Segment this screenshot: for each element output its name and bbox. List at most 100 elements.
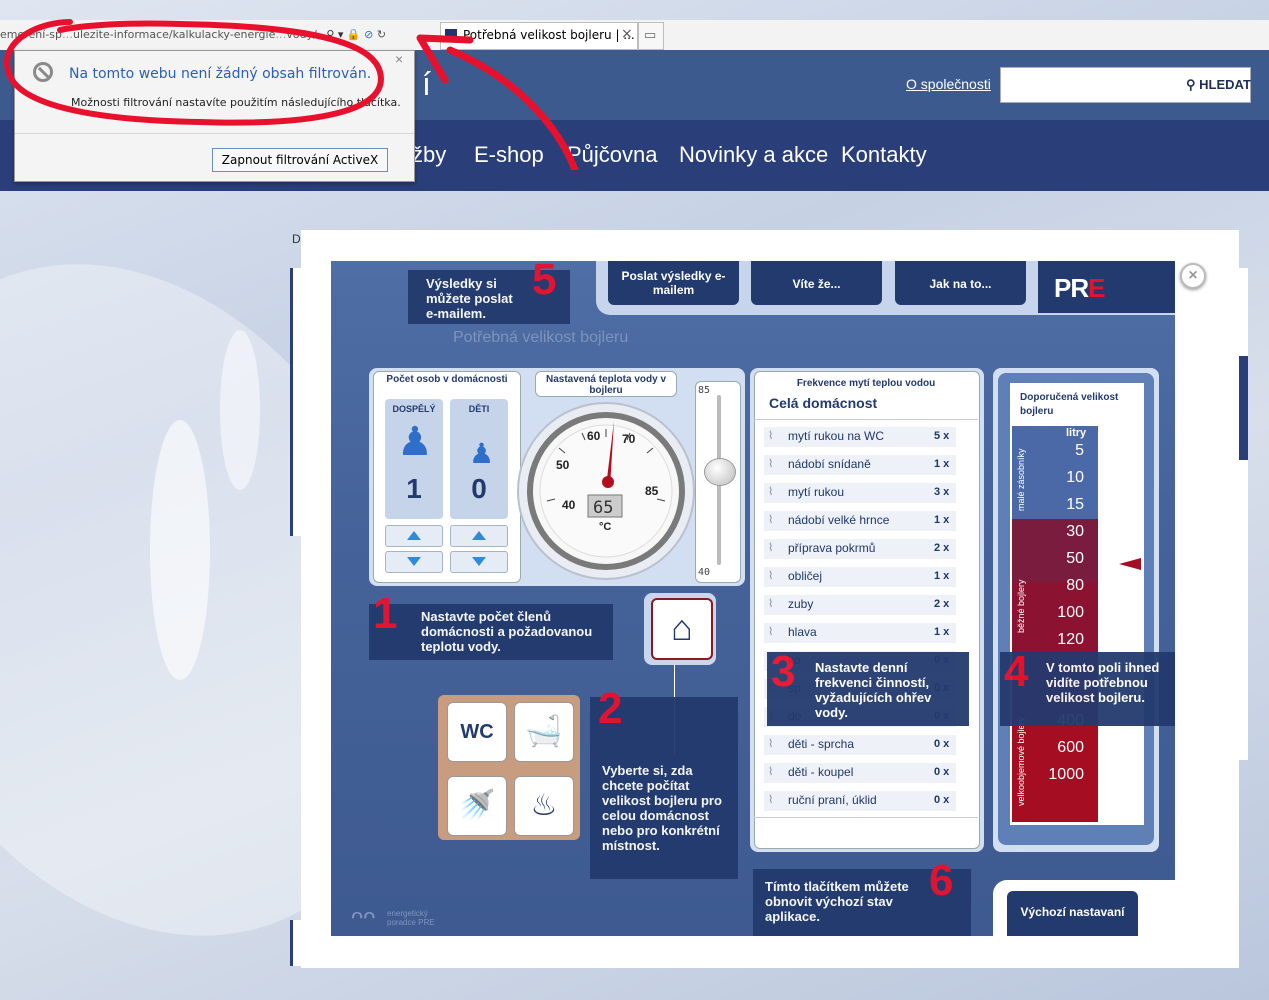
activity-count[interactable]: 0 x — [934, 794, 949, 806]
send-email-button[interactable]: Poslat výsledky e-mailem — [608, 261, 739, 305]
activity-label: mytí rukou — [788, 485, 845, 499]
children-count: 0 — [471, 473, 487, 504]
activity-label: hlava — [788, 625, 817, 639]
callout-text: V tomto poli ihned vidíte potřebnou veli… — [1046, 660, 1160, 705]
step-number: 4 — [1004, 647, 1029, 696]
new-tab-icon: ▭ — [644, 27, 657, 42]
tap-icon: ⌇ — [768, 458, 774, 470]
scale-value: 80 — [1066, 577, 1084, 594]
breadcrumb: D — [292, 232, 301, 246]
activity-count[interactable]: 1 x — [934, 514, 949, 526]
lightbox-close-icon[interactable]: × — [1180, 263, 1206, 289]
house-icon: ⌂ — [671, 607, 693, 648]
activity-label: zuby — [788, 597, 814, 611]
frequency-subtitle: Celá domácnost — [769, 395, 878, 411]
adults-increase-button[interactable] — [385, 525, 443, 547]
reset-button[interactable]: Výchozí nastavaní — [1007, 891, 1138, 936]
tap-icon: ⌇ — [768, 514, 774, 526]
result-pointer — [1119, 558, 1141, 570]
did-you-know-button[interactable]: Víte že... — [751, 261, 882, 305]
background-decoration — [150, 420, 210, 680]
room-kitchen-button[interactable]: ♨ — [514, 776, 574, 836]
search-button-label: HLEDAT — [1199, 77, 1251, 92]
gauge-label: 85 — [645, 484, 659, 498]
activity-count[interactable]: 5 x — [934, 430, 949, 442]
new-tab-button[interactable]: ▭ — [638, 22, 664, 50]
callout-step-2: 2 Vyberte si, zda chcete počítat velikos… — [590, 684, 738, 879]
activity-list: ⌇ mytí rukou na WC 5 x ⌇ nádobí snídaně 1 x ⌇ m… — [754, 427, 978, 817]
tap-icon: ⌇ — [768, 766, 774, 778]
callout-text: Vyberte si, zda chcete počítat velikost … — [602, 763, 722, 853]
callout-step-3: 3 Nastavte denní frekvenci činností, vyž… — [767, 650, 969, 726]
activity-row[interactable]: ⌇ nádobí snídaně 1 x — [764, 455, 956, 475]
arrow-up-icon — [407, 531, 421, 540]
activity-label: nádobí velké hrnce — [788, 513, 890, 527]
slider-max-label: 85 — [698, 385, 711, 396]
gauge-value: 65 — [593, 498, 613, 518]
children-increase-button[interactable] — [450, 525, 508, 547]
scale-value: 30 — [1066, 523, 1084, 540]
slider-min-label: 40 — [698, 567, 711, 578]
step-number: 2 — [598, 684, 623, 733]
slider-handle[interactable] — [704, 458, 736, 486]
scale-value: 100 — [1057, 604, 1084, 621]
nav-item-contacts[interactable]: Kontakty — [841, 142, 927, 168]
activity-count[interactable]: 2 x — [934, 598, 949, 610]
activity-count[interactable]: 2 x — [934, 542, 949, 554]
room-bathtub-button[interactable]: 🛁 — [514, 702, 574, 762]
about-link[interactable]: O společnosti — [906, 76, 991, 92]
step-number: 5 — [532, 261, 557, 304]
activity-count[interactable]: 0 x — [934, 738, 949, 750]
callout-text: Výsledky si můžete poslat e-mailem. — [426, 276, 513, 321]
nav-item-news[interactable]: Novinky a akce — [679, 142, 828, 168]
activity-count[interactable]: 0 x — [934, 766, 949, 778]
tap-icon: ⌇ — [768, 794, 774, 806]
callout-step-5: Výsledky si můžete poslat e-mailem. 5 — [408, 261, 570, 324]
activity-row[interactable]: ⌇ příprava pokrmů 2 x — [764, 539, 956, 559]
activity-row[interactable]: ⌇ děti - koupel 0 x — [764, 763, 956, 783]
how-to-button[interactable]: Jak na to... — [895, 261, 1026, 305]
tap-icon: ⌇ — [768, 570, 774, 582]
activity-row[interactable]: ⌇ obličej 1 x — [764, 567, 956, 587]
callout-text: Nastavte počet členů domácnosti a požado… — [421, 609, 593, 654]
app-title: Potřebná velikost bojleru — [453, 329, 629, 346]
advisor-brand: energetický poradce PRE — [387, 909, 435, 927]
scale-value: 50 — [1066, 550, 1084, 567]
whole-house-button[interactable]: ⌂ — [651, 598, 713, 660]
red-annotation — [3, 19, 579, 170]
children-decrease-button[interactable] — [450, 551, 508, 573]
activity-row[interactable]: ⌇ ruční praní, úklid 0 x — [764, 791, 956, 811]
search-icon: ⚲ — [1186, 77, 1200, 92]
tab-close-icon[interactable]: × — [621, 26, 633, 42]
frequency-title: Frekvence mytí teplou vodou — [796, 378, 936, 389]
activity-count[interactable]: 1 x — [934, 626, 949, 638]
shower-icon: 🚿 — [458, 789, 496, 822]
callout-step-4: 4 V tomto poli ihned vidíte potřebnou ve… — [1000, 647, 1175, 726]
activity-row[interactable]: ⌇ hlava 1 x — [764, 623, 956, 643]
tap-icon: ⌇ — [768, 626, 774, 638]
room-shower-button[interactable]: 🚿 — [447, 776, 507, 836]
callout-step-1: 1 Nastavte počet členů domácnosti a poža… — [369, 592, 613, 660]
gauge-label: 40 — [562, 498, 576, 512]
activity-row[interactable]: ⌇ děti - sprcha 0 x — [764, 735, 956, 755]
gauge-label: 50 — [556, 458, 570, 472]
scale-value: 600 — [1057, 739, 1084, 756]
liters-label: litry — [1066, 427, 1087, 439]
right-column-edge — [1238, 268, 1248, 760]
activity-count[interactable]: 1 x — [934, 458, 949, 470]
room-wc-button[interactable]: WC — [447, 702, 507, 762]
children-label: DĚTI — [468, 404, 490, 414]
activity-row[interactable]: ⌇ zuby 2 x — [764, 595, 956, 615]
adults-decrease-button[interactable] — [385, 551, 443, 573]
step-number: 6 — [929, 856, 954, 905]
persons-title: Počet osob v domácnosti — [386, 374, 508, 385]
activity-label: děti - sprcha — [788, 737, 855, 751]
tap-icon: ⌇ — [768, 542, 774, 554]
activity-count[interactable]: 1 x — [934, 570, 949, 582]
activity-row[interactable]: ⌇ mytí rukou 3 x — [764, 483, 956, 503]
activity-row[interactable]: ⌇ mytí rukou na WC 5 x — [764, 427, 956, 447]
search-button[interactable]: ⚲ HLEDAT — [1186, 77, 1251, 93]
activity-count[interactable]: 3 x — [934, 486, 949, 498]
activity-row[interactable]: ⌇ nádobí velké hrnce 1 x — [764, 511, 956, 531]
cooking-pot-icon: ♨ — [530, 789, 558, 822]
